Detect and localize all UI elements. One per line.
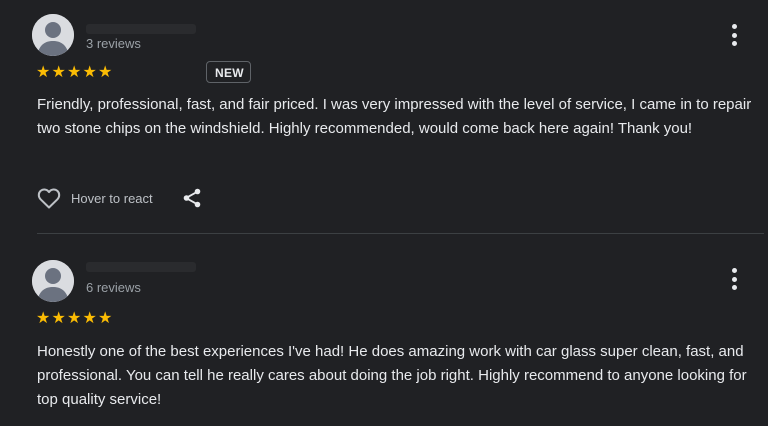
star-icon: ★ (36, 64, 51, 81)
new-badge: NEW (206, 61, 251, 83)
reviewer-name[interactable] (86, 262, 196, 272)
person-silhouette-icon (32, 14, 74, 56)
star-icon: ★ (51, 310, 66, 327)
review-card: 3 reviews ★ ★ ★ ★ ★ NEW Friendly, profession… (0, 0, 768, 234)
more-vert-icon[interactable] (722, 267, 746, 291)
review-text: Friendly, professional, fast, and fair p… (37, 96, 752, 137)
person-silhouette-icon (32, 260, 74, 302)
avatar[interactable] (32, 14, 74, 56)
star-icon: ★ (67, 310, 82, 327)
share-button[interactable] (181, 187, 203, 209)
star-icon: ★ (36, 310, 51, 327)
react-label: Hover to react (71, 190, 153, 206)
avatar[interactable] (32, 260, 74, 302)
star-icon: ★ (51, 64, 66, 81)
star-icon: ★ (82, 310, 97, 327)
star-rating: ★ ★ ★ ★ ★ (36, 311, 114, 327)
review-actions: Hover to react (37, 185, 203, 211)
heart-outline-icon (37, 188, 61, 209)
review-text: Honestly one of the best experiences I'v… (37, 343, 747, 408)
review-count: 3 reviews (86, 36, 141, 51)
star-icon: ★ (98, 64, 113, 81)
star-icon: ★ (67, 64, 82, 81)
review-count: 6 reviews (86, 280, 141, 295)
star-icon: ★ (82, 64, 97, 81)
more-vert-icon[interactable] (722, 23, 746, 47)
star-rating: ★ ★ ★ ★ ★ (36, 65, 114, 81)
review-card: 6 reviews ★ ★ ★ ★ ★ Honestly one of the best… (0, 246, 768, 426)
star-icon: ★ (98, 310, 113, 327)
share-icon (183, 188, 200, 208)
react-button[interactable]: Hover to react (37, 187, 153, 209)
divider (37, 233, 764, 234)
reviewer-name[interactable] (86, 24, 196, 34)
